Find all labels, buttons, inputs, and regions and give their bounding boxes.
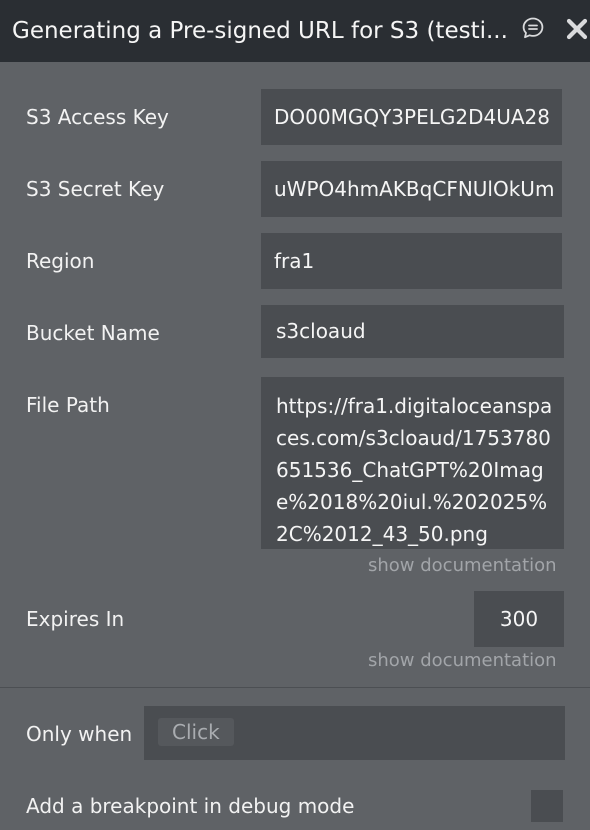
region-label: Region bbox=[26, 249, 95, 273]
region-input[interactable]: fra1 bbox=[261, 233, 562, 289]
breakpoint-checkbox[interactable] bbox=[531, 790, 563, 822]
bucket-name-input[interactable]: s3cloaud bbox=[261, 305, 564, 358]
bucket-name-label: Bucket Name bbox=[26, 321, 160, 345]
secret-key-label: S3 Secret Key bbox=[26, 177, 165, 201]
secret-key-input[interactable]: uWPO4hmAKBqCFNUlOkUm bbox=[261, 161, 562, 217]
panel-title: Generating a Pre-signed URL for S3 (test… bbox=[12, 18, 508, 44]
panel-header: Generating a Pre-signed URL for S3 (test… bbox=[0, 0, 590, 62]
close-icon[interactable] bbox=[566, 18, 588, 40]
file-path-show-documentation-link[interactable]: show documentation bbox=[368, 555, 557, 576]
file-path-label: File Path bbox=[26, 393, 110, 417]
comment-icon[interactable] bbox=[521, 16, 545, 40]
section-divider bbox=[0, 687, 590, 688]
file-path-input[interactable]: https://fra1.digitaloceanspaces.com/s3cl… bbox=[261, 377, 564, 549]
only-when-label: Only when bbox=[26, 722, 133, 746]
expires-in-input[interactable]: 300 bbox=[474, 591, 564, 647]
access-key-label: S3 Access Key bbox=[26, 105, 169, 129]
breakpoint-label: Add a breakpoint in debug mode bbox=[26, 794, 355, 818]
only-when-placeholder-chip[interactable]: Click bbox=[158, 718, 234, 746]
only-when-condition-field[interactable]: Click bbox=[144, 706, 565, 760]
expires-in-show-documentation-link[interactable]: show documentation bbox=[368, 650, 557, 671]
access-key-input[interactable]: DO00MGQY3PELG2D4UA28 bbox=[261, 89, 562, 145]
expires-in-label: Expires In bbox=[26, 607, 125, 631]
workflow-action-panel: Generating a Pre-signed URL for S3 (test… bbox=[0, 0, 590, 830]
